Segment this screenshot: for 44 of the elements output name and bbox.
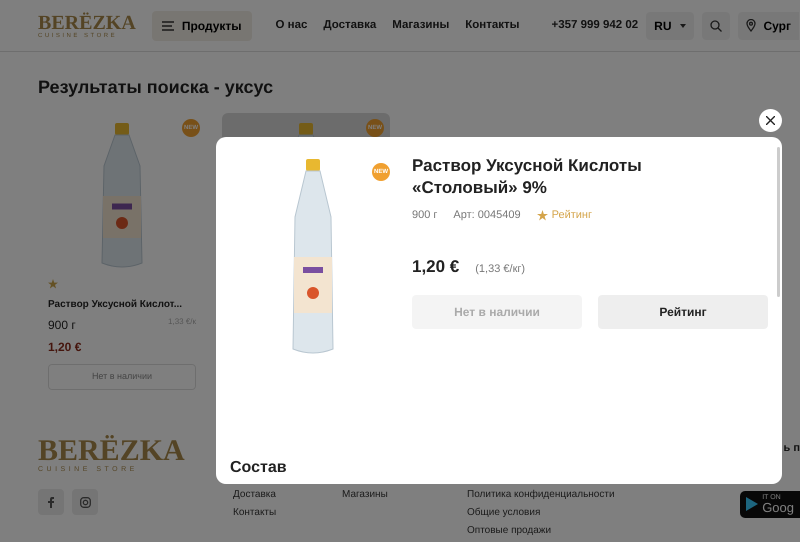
location-pin-icon bbox=[746, 19, 756, 32]
search-button[interactable] bbox=[702, 12, 730, 40]
location-button[interactable]: Сург bbox=[738, 12, 800, 40]
product-price: 1,20 € bbox=[412, 256, 460, 278]
star-icon bbox=[48, 279, 58, 289]
caret-icon bbox=[680, 24, 686, 28]
footer-link[interactable]: Общие условия bbox=[467, 507, 702, 519]
nav-link[interactable]: Доставка bbox=[323, 16, 376, 34]
facebook-button[interactable] bbox=[38, 489, 64, 515]
language-select[interactable]: RU bbox=[646, 12, 694, 40]
footer-link[interactable]: Магазины bbox=[342, 489, 467, 501]
product-weight: 900 г bbox=[412, 208, 438, 224]
menu-icon bbox=[162, 20, 174, 30]
logo-text[interactable]: BERЁZKA bbox=[38, 436, 185, 466]
instagram-icon bbox=[80, 496, 90, 508]
out-of-stock-button[interactable]: Нет в наличии bbox=[48, 364, 196, 390]
product-name[interactable]: Раствор Уксусной Кислот... bbox=[48, 297, 196, 312]
page-title: Результаты поиска - уксус bbox=[38, 76, 274, 99]
unit-price: (1,33 €/кг) bbox=[475, 262, 526, 277]
close-icon bbox=[766, 116, 775, 125]
facebook-icon bbox=[48, 496, 54, 508]
product-weight: 900 г bbox=[48, 317, 76, 334]
play-store-icon bbox=[746, 497, 758, 512]
footer-link[interactable]: Доставка bbox=[233, 489, 342, 501]
footer-link[interactable]: Контакты bbox=[233, 507, 342, 519]
nav-link[interactable]: Контакты bbox=[465, 16, 520, 34]
product-price: 1,20 € bbox=[48, 339, 82, 356]
nav-link[interactable]: Магазины bbox=[392, 16, 450, 34]
logo-text[interactable]: BERЁZKA bbox=[38, 12, 136, 32]
footer-link[interactable]: Политика конфиденциальности bbox=[467, 489, 702, 501]
search-icon bbox=[710, 20, 722, 32]
footer-link[interactable]: Оптовые продажи bbox=[467, 525, 702, 537]
footer-heading: ь п bbox=[784, 441, 800, 456]
product-title: Раствор Уксусной Кислоты «Столовый» 9% bbox=[412, 155, 643, 200]
scrollbar[interactable] bbox=[777, 147, 780, 297]
phone-number[interactable]: +357 999 942 02 bbox=[552, 16, 638, 34]
section-heading: Состав bbox=[230, 458, 288, 478]
instagram-button[interactable] bbox=[72, 489, 98, 515]
article-number: Арт: 0045409 bbox=[453, 208, 521, 224]
menu-button[interactable]: Продукты bbox=[152, 10, 252, 40]
close-button[interactable] bbox=[759, 109, 782, 132]
star-icon bbox=[536, 210, 548, 221]
rating-button[interactable]: Рейтинг bbox=[598, 295, 768, 330]
nav-link[interactable]: О нас bbox=[276, 16, 308, 34]
